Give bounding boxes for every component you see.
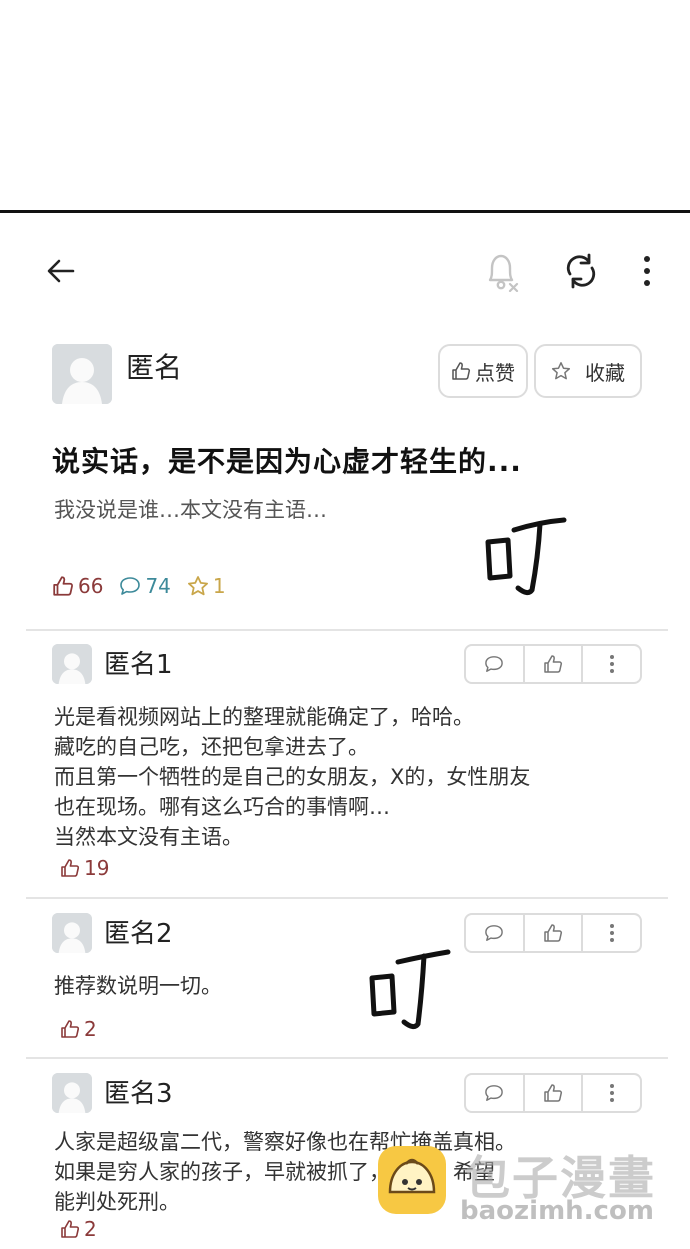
site-watermark: 包子漫畫 baozimh.com [376,1140,666,1240]
comment-item: 匿名1 光是看视频网站上的整理就能确定了，哈哈。 藏吃的自己吃，还把包拿进去了。… [52,644,652,884]
reply-button[interactable] [466,1075,525,1111]
comment-avatar[interactable] [52,1073,92,1113]
divider [26,897,668,899]
comment-like-count: 2 [60,1017,97,1041]
comment-author: 匿名2 [104,919,173,949]
blank-top-area [0,0,690,210]
comment-actions [464,644,642,684]
comment-actions [464,1073,642,1113]
thumbs-up-icon [544,655,563,673]
divider [26,1057,668,1059]
comment-author: 匿名1 [104,650,173,680]
default-avatar-icon [52,344,112,404]
more-vertical-icon [609,655,614,673]
bun-logo-icon [378,1146,446,1214]
thumbs-up-icon [61,859,80,877]
post-body: 我没说是谁…本文没有主语… [54,498,327,522]
comment-icon [485,925,504,941]
post-stats: 66 74 1 [52,574,226,598]
thumbs-up-icon [53,576,73,596]
comment-like-count: 19 [60,856,109,880]
panel-border [0,210,690,213]
comment-icon [485,656,504,672]
post-title: 说实话，是不是因为心虚才轻生的... [52,445,522,478]
more-vertical-icon [609,924,614,942]
comment-like-count: 2 [60,1217,97,1241]
comment-icon [485,1085,504,1101]
comment-more-button[interactable] [583,1075,640,1111]
comment-text: 推荐数说明一切。 [54,974,222,998]
divider [26,629,668,631]
thumbs-up-icon [544,924,563,942]
notification-toggle-button[interactable] [478,248,524,294]
like-comment-button[interactable] [525,646,584,682]
thumbs-up-icon [452,362,471,380]
sound-effect-ding [485,517,567,596]
avatar[interactable] [52,344,112,404]
post-comment-count: 74 [119,574,171,598]
comment-text: 光是看视频网站上的整理就能确定了，哈哈。 藏吃的自己吃，还把包拿进去了。 而且第… [54,705,531,849]
like-post-label: 点赞 [475,360,515,385]
star-icon [187,576,208,596]
default-avatar-icon [52,913,92,953]
bell-off-icon [488,254,519,292]
default-avatar-icon [52,644,92,684]
reply-button[interactable] [466,646,525,682]
like-post-button[interactable]: 点赞 [438,344,528,398]
thumbs-up-icon [61,1020,80,1038]
watermark-url: baozimh.com [460,1196,654,1226]
top-bar [0,240,690,300]
refresh-button[interactable] [558,248,604,294]
sound-effect-ding [369,949,451,1030]
post-favorite-count: 1 [187,574,226,598]
more-options-button[interactable] [630,248,664,294]
comment-item: 匿名2 推荐数说明一切。 2 [52,913,652,1053]
comment-icon [120,577,141,595]
more-vertical-icon [609,1084,614,1102]
default-avatar-icon [52,1073,92,1113]
comment-avatar[interactable] [52,644,92,684]
comment-more-button[interactable] [583,915,640,951]
back-arrow-icon [47,259,75,283]
favorite-post-button[interactable]: 收藏 [534,344,642,398]
like-comment-button[interactable] [525,1075,584,1111]
comment-actions [464,913,642,953]
comment-more-button[interactable] [583,646,640,682]
post-like-count: 66 [52,574,103,598]
thumbs-up-icon [61,1220,80,1238]
more-vertical-icon [644,256,650,286]
thumbs-up-icon [544,1084,563,1102]
comment-author: 匿名3 [104,1079,173,1109]
back-button[interactable] [40,250,82,292]
favorite-post-label: 收藏 [585,360,625,385]
like-comment-button[interactable] [525,915,584,951]
comment-avatar[interactable] [52,913,92,953]
refresh-icon [566,253,596,289]
star-icon [551,362,571,380]
post-author-name: 匿名 [126,351,183,384]
reply-button[interactable] [466,915,525,951]
